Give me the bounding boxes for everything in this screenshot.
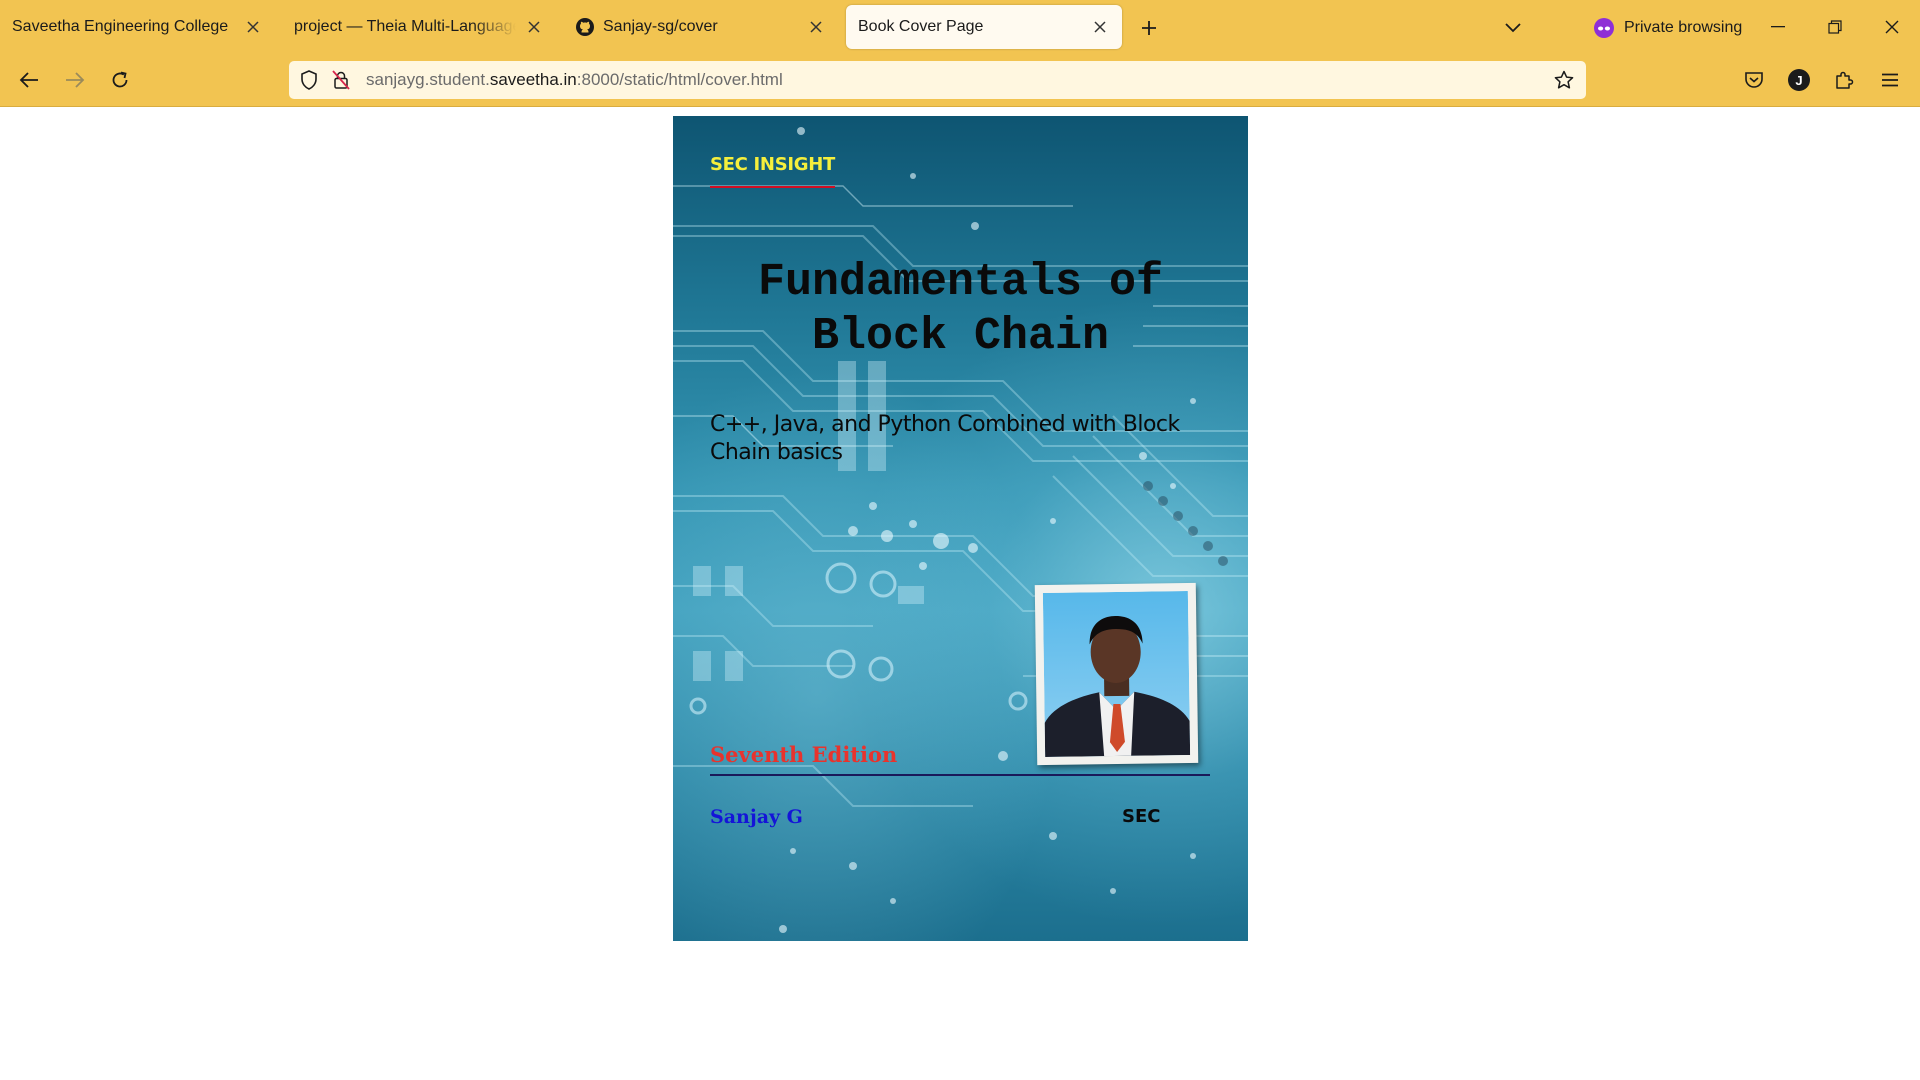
hamburger-menu-icon — [1882, 73, 1898, 87]
url-path: :8000/static/html/cover.html — [576, 70, 783, 89]
edition-divider — [710, 774, 1210, 776]
tab-title: Book Cover Page — [858, 18, 984, 35]
reload-icon — [112, 71, 128, 88]
tab-title: Saveetha Engineering College — [12, 18, 229, 35]
new-tab-button[interactable] — [1134, 13, 1164, 43]
close-tab-icon[interactable] — [524, 17, 544, 37]
shield-icon[interactable] — [299, 70, 319, 90]
back-button[interactable] — [11, 62, 47, 98]
private-browsing-label: Private browsing — [1624, 19, 1743, 36]
close-tab-icon[interactable] — [243, 17, 263, 37]
github-icon — [575, 17, 595, 37]
tab-book-cover[interactable]: Book Cover Page — [846, 5, 1122, 49]
reload-button[interactable] — [102, 62, 138, 98]
account-avatar: J — [1788, 69, 1810, 91]
pocket-button[interactable] — [1736, 62, 1772, 98]
private-mask-icon — [1594, 18, 1614, 38]
close-window-button[interactable] — [1872, 10, 1912, 44]
tab-saveetha[interactable]: Saveetha Engineering College — [0, 5, 275, 49]
account-button[interactable]: J — [1781, 62, 1817, 98]
tab-theia[interactable]: project — Theia Multi-Language Ex — [282, 5, 556, 49]
tab-strip: Saveetha Engineering College project — T… — [0, 0, 1920, 54]
tab-title: project — Theia Multi-Language Ex — [294, 18, 516, 35]
url-domain: saveetha.in — [489, 70, 577, 89]
plus-icon — [1142, 21, 1156, 35]
private-browsing-indicator: Private browsing — [1594, 14, 1742, 42]
author-name: Sanjay G — [710, 806, 803, 828]
close-tab-icon[interactable] — [1090, 17, 1110, 37]
insecure-lock-icon[interactable] — [331, 70, 351, 90]
restore-button[interactable] — [1815, 10, 1855, 44]
url-text[interactable]: sanjayg.student.saveetha.in:8000/static/… — [366, 70, 783, 90]
close-icon — [1885, 20, 1899, 34]
forward-button[interactable] — [57, 62, 93, 98]
list-all-tabs-button[interactable] — [1498, 13, 1528, 43]
author-photo — [1034, 582, 1199, 766]
page-content: SEC INSIGHT Fundamentals of Block Chain … — [0, 107, 1920, 1080]
arrow-right-icon — [66, 72, 85, 88]
pocket-icon — [1745, 72, 1763, 88]
close-tab-icon[interactable] — [806, 17, 826, 37]
extensions-button[interactable] — [1826, 62, 1862, 98]
edition-label: Seventh Edition — [710, 742, 898, 767]
book-title: Fundamentals of Block Chain — [757, 257, 1164, 362]
url-prefix: sanjayg.student. — [366, 70, 490, 89]
navigation-toolbar: sanjayg.student.saveetha.in:8000/static/… — [0, 54, 1920, 107]
minimize-button[interactable] — [1758, 10, 1798, 44]
tab-title: Sanjay-sg/cover — [603, 18, 718, 35]
address-bar[interactable]: sanjayg.student.saveetha.in:8000/static/… — [289, 61, 1586, 99]
chevron-down-icon — [1505, 23, 1521, 33]
author-portrait-image — [1042, 590, 1191, 758]
publisher-name: SEC — [1122, 806, 1161, 827]
arrow-left-icon — [19, 72, 38, 88]
book-subtitle: C++, Java, and Python Combined with Bloc… — [710, 412, 1180, 465]
minimize-icon — [1771, 26, 1785, 28]
menu-button[interactable] — [1872, 62, 1908, 98]
brand-label: SEC INSIGHT — [710, 154, 835, 175]
tab-github[interactable]: Sanjay-sg/cover — [563, 5, 838, 49]
brand-underline — [710, 186, 835, 188]
book-cover: SEC INSIGHT Fundamentals of Block Chain … — [673, 116, 1248, 941]
bookmark-star-icon[interactable] — [1554, 70, 1574, 90]
puzzle-piece-icon — [1836, 71, 1854, 89]
restore-icon — [1828, 20, 1842, 34]
